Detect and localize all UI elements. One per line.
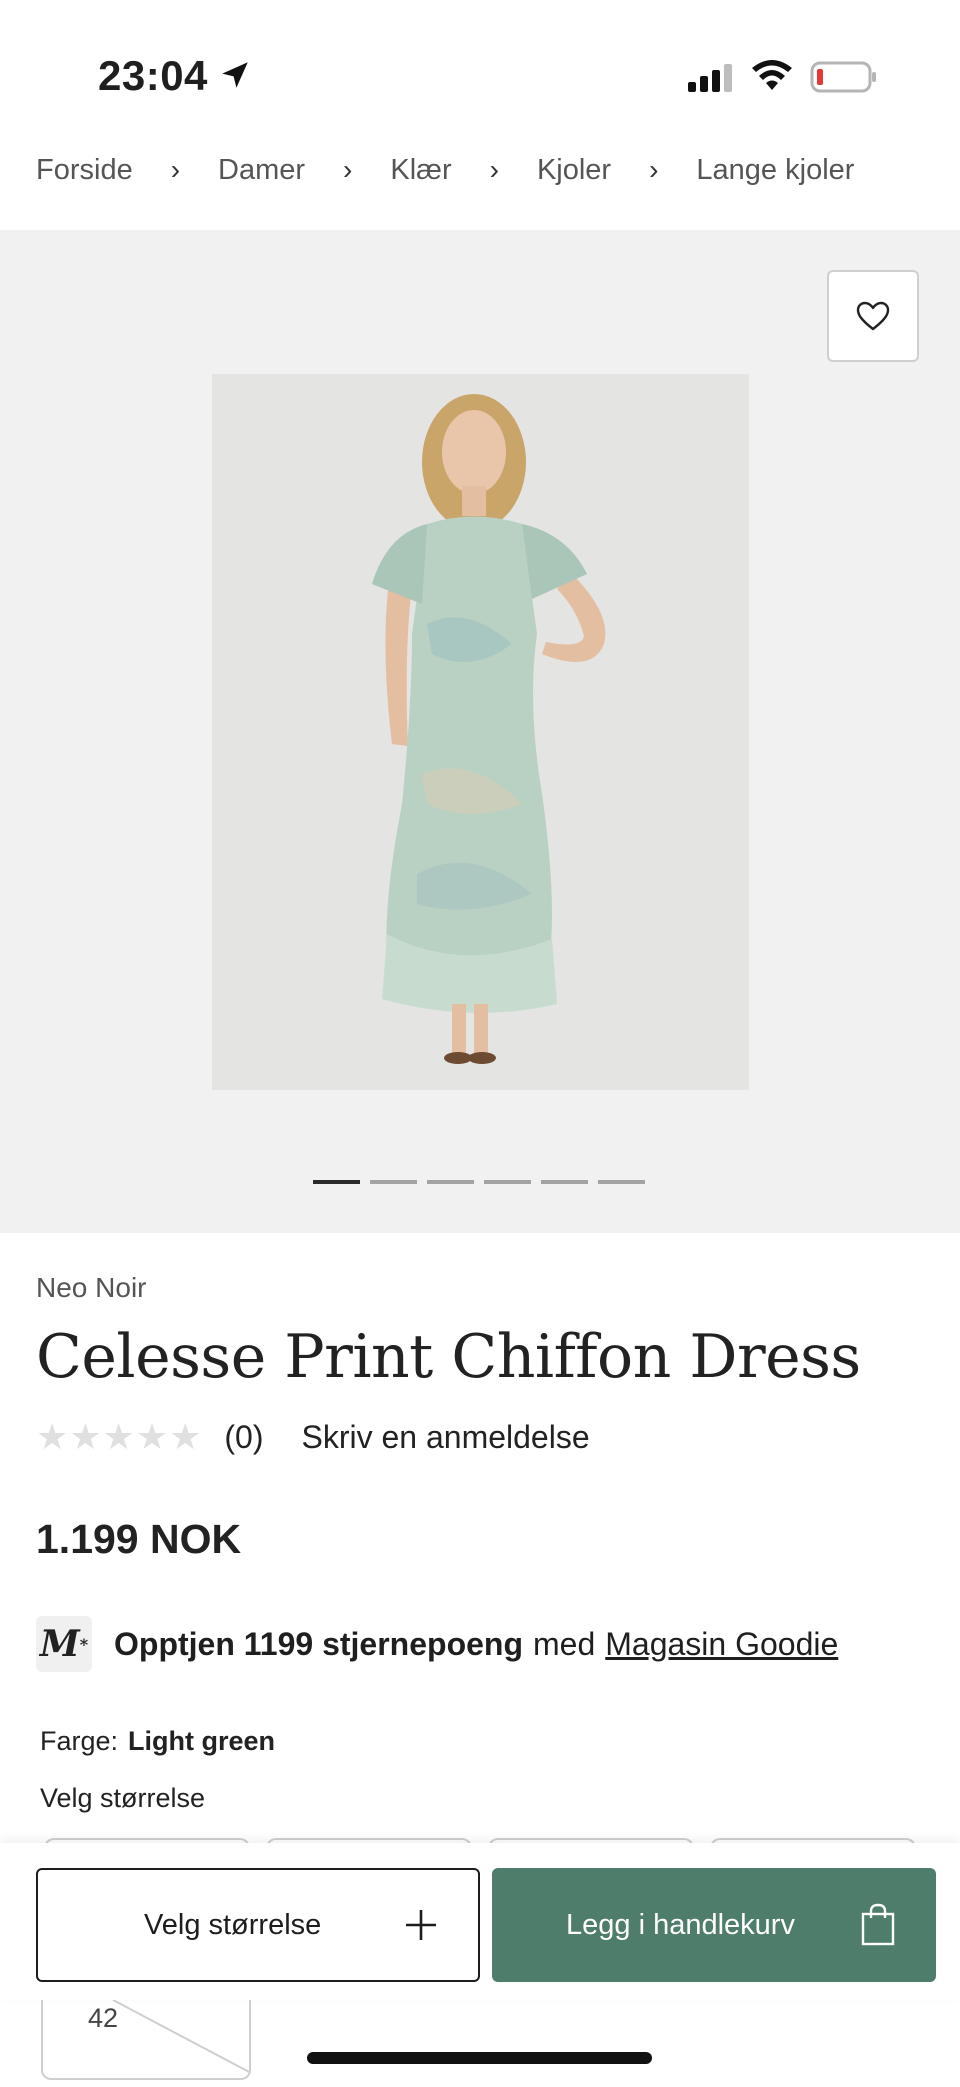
rating-stars: ★★★★★ <box>36 1416 203 1457</box>
home-indicator <box>307 2052 652 2064</box>
gallery-pagination <box>313 1180 645 1184</box>
color-value: Light green <box>128 1726 276 1756</box>
plus-icon <box>406 1910 436 1940</box>
gallery-dot[interactable] <box>598 1180 645 1184</box>
breadcrumb-separator: › <box>649 154 659 185</box>
gallery-dot[interactable] <box>541 1180 588 1184</box>
color-label: Farge: <box>40 1726 119 1756</box>
add-to-wishlist-button[interactable] <box>827 270 919 362</box>
breadcrumb-forside[interactable]: Forside <box>36 154 133 187</box>
rating-count: (0) <box>224 1418 264 1455</box>
breadcrumb-lange-kjoler[interactable]: Lange kjoler <box>696 154 854 187</box>
select-size-label: Velg størrelse <box>144 1908 322 1941</box>
status-bar: 23:04 <box>0 0 960 150</box>
breadcrumb-separator: › <box>489 154 499 185</box>
heart-icon <box>856 301 890 331</box>
status-time: 23:04 <box>98 52 208 99</box>
size-section-label: Velg størrelse <box>40 1783 206 1813</box>
product-brand[interactable]: Neo Noir <box>36 1272 146 1304</box>
gallery-dot[interactable] <box>370 1180 417 1184</box>
breadcrumb-klaer[interactable]: Klær <box>390 154 451 187</box>
magasin-logo-letter: M <box>39 1623 80 1665</box>
wifi-icon <box>752 60 792 90</box>
write-review-link[interactable]: Skriv en anmeldelse <box>301 1419 589 1456</box>
loyalty-points-text: Opptjen 1199 stjernepoeng <box>114 1625 523 1662</box>
product-image[interactable] <box>212 374 749 1090</box>
strike-through-line <box>112 2000 249 2074</box>
gallery-dot[interactable] <box>484 1180 531 1184</box>
magasin-logo: M * <box>36 1616 92 1672</box>
rating-row: ★★★★★ (0) Skriv en anmeldelse <box>36 1416 590 1458</box>
color-row: Farge: Light green <box>40 1726 275 1757</box>
location-arrow-icon <box>222 62 248 88</box>
loyalty-points-row: M * Opptjen 1199 stjernepoeng med Magasin… <box>36 1616 838 1672</box>
product-price: 1.199 NOK <box>36 1516 242 1562</box>
gallery-dot[interactable] <box>427 1180 474 1184</box>
sticky-action-bar: Velg størrelse Legg i handlekurv <box>0 1843 960 2000</box>
product-title: Celesse Print Chiffon Dress <box>36 1322 861 1392</box>
gallery-dot-active[interactable] <box>313 1180 360 1184</box>
breadcrumb-separator: › <box>343 154 353 185</box>
breadcrumb: Forside › Damer › Klær › Kjoler › Lange … <box>36 150 854 190</box>
battery-low-icon <box>810 61 876 93</box>
size-42-label: 42 <box>88 2003 119 2033</box>
breadcrumb-damer[interactable]: Damer <box>218 154 305 187</box>
magasin-logo-star: * <box>79 1634 89 1654</box>
size-option-42-unavailable[interactable] <box>41 2000 251 2080</box>
loyalty-connector-text: med <box>533 1625 596 1662</box>
model-wearing-dress-image <box>372 394 606 1064</box>
select-size-button[interactable]: Velg størrelse <box>36 1868 480 1982</box>
breadcrumb-kjoler[interactable]: Kjoler <box>537 154 611 187</box>
shopping-bag-icon <box>861 1903 895 1946</box>
cellular-signal-icon <box>688 64 732 92</box>
magasin-goodie-link[interactable]: Magasin Goodie <box>605 1626 838 1663</box>
add-to-cart-label: Legg i handlekurv <box>566 1908 795 1941</box>
add-to-cart-button[interactable]: Legg i handlekurv <box>492 1868 936 1982</box>
breadcrumb-separator: › <box>170 154 181 185</box>
